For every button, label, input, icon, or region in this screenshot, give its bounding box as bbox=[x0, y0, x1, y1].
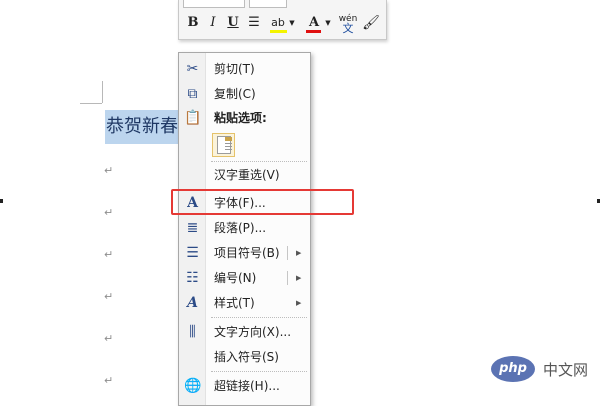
submenu-divider bbox=[287, 271, 288, 285]
menu-item-label: 粘贴选项: bbox=[214, 111, 267, 125]
bold-button[interactable]: B bbox=[184, 13, 202, 33]
format-painter-icon[interactable]: 🖌 bbox=[362, 13, 380, 33]
paragraph-mark: ↵ bbox=[104, 332, 114, 345]
menu-item-label: 超链接(H)... bbox=[214, 379, 280, 393]
center-align-button[interactable]: ☰ bbox=[245, 13, 263, 33]
clipboard-clip bbox=[225, 137, 232, 141]
menu-item-reconvert[interactable]: 汉字重选(V) bbox=[179, 163, 310, 187]
paragraph-mark: ↵ bbox=[104, 290, 114, 303]
watermark: php 中文网 bbox=[491, 356, 597, 384]
paragraph-icon: ≣ bbox=[186, 220, 199, 236]
styles-icon: A bbox=[187, 295, 198, 311]
selected-text[interactable]: 恭贺新春 bbox=[105, 110, 184, 144]
menu-item-bullets[interactable]: ☰ 项目符号(B) ▶ bbox=[179, 241, 310, 265]
menu-separator bbox=[211, 161, 307, 162]
menu-item-label: 剪切(T) bbox=[214, 62, 255, 76]
menu-item-hyperlink[interactable]: 🌐 超链接(H)... bbox=[179, 374, 310, 398]
font-color-bar bbox=[306, 30, 321, 33]
watermark-text: 中文网 bbox=[543, 361, 589, 379]
submenu-arrow-icon: ▶ bbox=[296, 274, 302, 282]
page-edge-marker bbox=[0, 199, 3, 203]
menu-item-paragraph[interactable]: ≣ 段落(P)... bbox=[179, 216, 310, 240]
menu-item-paste-options: 📋 粘贴选项: bbox=[179, 106, 310, 130]
numbering-icon: ☷ bbox=[186, 270, 199, 286]
menu-item-cut[interactable]: ✂ 剪切(T) bbox=[179, 57, 310, 81]
scissors-icon: ✂ bbox=[186, 61, 199, 77]
menu-item-insert-symbol[interactable]: 插入符号(S) bbox=[179, 345, 310, 369]
menu-item-text-direction[interactable]: ⫼ 文字方向(X)... bbox=[179, 320, 310, 344]
menu-separator bbox=[211, 317, 307, 318]
font-name-box[interactable] bbox=[183, 0, 245, 8]
context-menu: ✂ 剪切(T) ⧉ 复制(C) 📋 粘贴选项: 汉字重选(V) A 字体(F).… bbox=[178, 52, 311, 406]
hyperlink-icon: 🌐 bbox=[184, 378, 202, 394]
menu-item-numbering[interactable]: ☷ 编号(N) ▶ bbox=[179, 266, 310, 290]
paste-keep-formatting-button[interactable] bbox=[212, 133, 235, 157]
phonetic-guide-button[interactable]: wén 文 bbox=[337, 14, 359, 34]
paragraph-mark: ↵ bbox=[104, 206, 114, 219]
watermark-logo: php bbox=[491, 356, 535, 382]
menu-item-copy[interactable]: ⧉ 复制(C) bbox=[179, 82, 310, 106]
submenu-arrow-icon: ▶ bbox=[296, 299, 302, 307]
submenu-arrow-icon: ▶ bbox=[296, 249, 302, 257]
mini-toolbar-top-row: 5 bbox=[179, 0, 386, 9]
menu-item-label: 样式(T) bbox=[214, 296, 255, 310]
font-size-box[interactable]: 5 bbox=[249, 0, 287, 8]
menu-item-label: 项目符号(B) bbox=[214, 246, 280, 260]
menu-item-label: 插入符号(S) bbox=[214, 350, 279, 364]
clipboard-line bbox=[225, 146, 232, 147]
crop-mark bbox=[80, 103, 102, 104]
clipboard-line bbox=[225, 149, 232, 150]
highlight-color-bar bbox=[270, 30, 287, 33]
paragraph-mark: ↵ bbox=[104, 248, 114, 261]
font-color-dropdown-icon[interactable]: ▼ bbox=[324, 13, 332, 33]
clipboard-icon: 📋 bbox=[184, 110, 202, 126]
bullets-icon: ☰ bbox=[186, 245, 199, 261]
mini-toolbar: 5 B I U ☰ ab ▼ A ▼ wén 文 🖌 bbox=[178, 0, 387, 40]
text-direction-icon: ⫼ bbox=[189, 324, 196, 340]
menu-item-label: 汉字重选(V) bbox=[214, 168, 280, 182]
clipboard-line bbox=[225, 143, 232, 144]
font-item-highlight-box bbox=[171, 189, 354, 215]
paste-clipboard-icon bbox=[217, 136, 232, 154]
underline-button[interactable]: U bbox=[224, 13, 242, 33]
paragraph-mark: ↵ bbox=[104, 374, 114, 387]
font-size-value: 5 bbox=[254, 0, 261, 3]
italic-button[interactable]: I bbox=[204, 13, 222, 33]
crop-mark bbox=[102, 81, 103, 103]
paragraph-mark: ↵ bbox=[104, 164, 114, 177]
menu-separator bbox=[211, 371, 307, 372]
copy-icon: ⧉ bbox=[187, 86, 198, 102]
menu-item-label: 段落(P)... bbox=[214, 221, 267, 235]
menu-item-styles[interactable]: A 样式(T) ▶ bbox=[179, 291, 310, 315]
submenu-divider bbox=[287, 246, 288, 260]
highlight-dropdown-icon[interactable]: ▼ bbox=[288, 13, 296, 33]
phonetic-guide-bottom: 文 bbox=[342, 22, 354, 35]
menu-item-label: 文字方向(X)... bbox=[214, 325, 292, 339]
menu-item-label: 复制(C) bbox=[214, 87, 256, 101]
menu-item-label: 编号(N) bbox=[214, 271, 257, 285]
